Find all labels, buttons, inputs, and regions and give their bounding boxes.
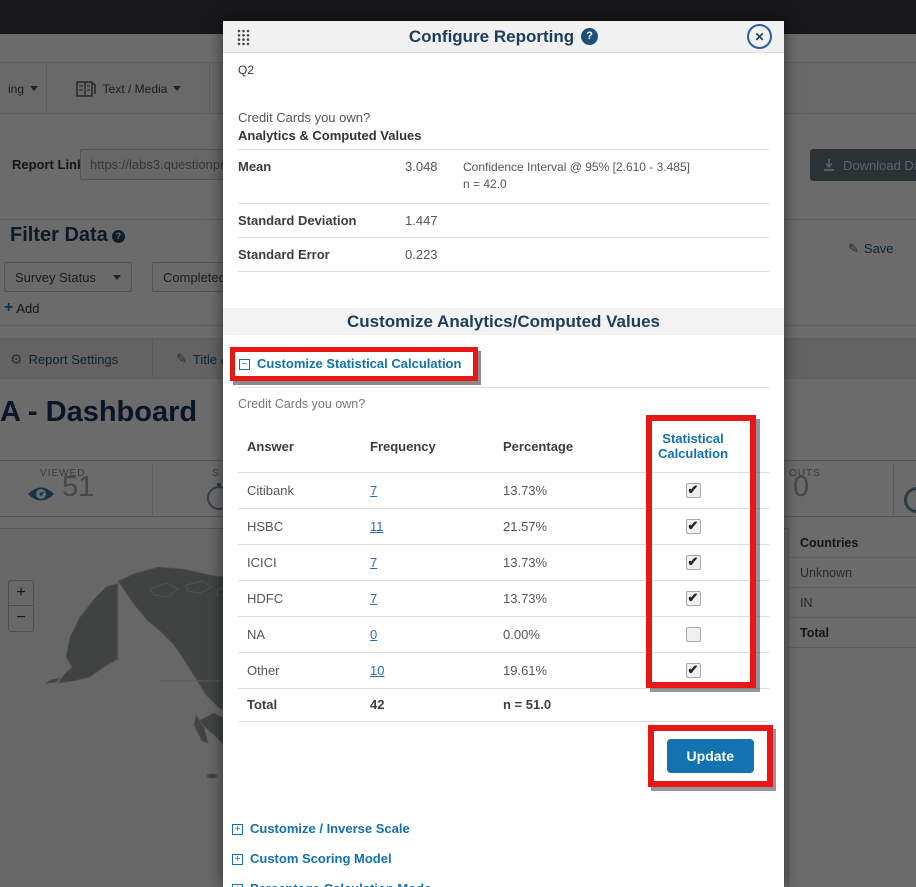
answer-cell: NA (247, 627, 370, 642)
answer-cell: Citibank (247, 483, 370, 498)
table-row: ICICI 7 13.73% ✔ (238, 544, 769, 580)
percentage-cell: 13.73% (503, 555, 623, 570)
expand-icon[interactable]: + (232, 824, 243, 835)
customize-band-title: Customize Analytics/Computed Values (223, 308, 784, 335)
answer-cell: HDFC (247, 591, 370, 606)
frequency-link[interactable]: 10 (370, 663, 503, 678)
frequency-link[interactable]: 0 (370, 627, 503, 642)
table-row: Other 10 19.61% ✔ (238, 652, 769, 688)
expand-icon[interactable]: + (232, 854, 243, 865)
frequency-link[interactable]: 7 (370, 483, 503, 498)
checkbox[interactable]: ✔ (686, 663, 701, 678)
answer-cell: HSBC (247, 519, 370, 534)
header-percentage: Percentage (503, 439, 623, 454)
annotation-box-update: Update (648, 725, 773, 787)
checkbox[interactable]: ✔ (686, 555, 701, 570)
analytics-label: Standard Error (238, 247, 405, 262)
answer-cell: ICICI (247, 555, 370, 570)
table-row: HDFC 7 13.73% ✔ (238, 580, 769, 616)
update-button[interactable]: Update (667, 739, 754, 773)
frequency-link[interactable]: 7 (370, 555, 503, 570)
analytics-note: Confidence Interval @ 95% [2.610 - 3.485… (463, 159, 690, 194)
answer-cell: Other (247, 663, 370, 678)
table-header-row: Answer Frequency Percentage Statistical … (238, 425, 769, 472)
checkbox[interactable]: ✔ (686, 519, 701, 534)
total-frequency: 42 (370, 697, 503, 712)
total-label: Total (247, 697, 370, 712)
checkbox-cell: ✔ (686, 483, 701, 498)
checkbox[interactable]: ✔ (686, 591, 701, 606)
analytics-value: 0.223 (405, 247, 463, 262)
drag-handle-icon[interactable] (237, 29, 250, 46)
checkbox-cell: ✔ (686, 555, 701, 570)
section-percentage-calculation-mode: +Percentage Calculation Mode (232, 880, 769, 887)
percentage-cell: 19.61% (503, 663, 623, 678)
percentage-cell: 13.73% (503, 483, 623, 498)
modal-body: Q2 Credit Cards you own? Analytics & Com… (223, 63, 784, 887)
checkbox[interactable] (686, 627, 701, 642)
analytics-value: 1.447 (405, 213, 463, 228)
question-text-repeat: Credit Cards you own? (238, 397, 769, 411)
question-code: Q2 (238, 63, 769, 77)
table-row: Citibank 7 13.73% ✔ (238, 472, 769, 508)
analytics-value: 3.048 (405, 159, 463, 194)
modal-title: Configure Reporting (409, 27, 574, 47)
percentage-cell: 0.00% (503, 627, 623, 642)
statistical-calc-table: Answer Frequency Percentage Statistical … (238, 425, 769, 722)
analytics-row-stderr: Standard Error 0.223 (238, 238, 769, 272)
section-customize-inverse-scale: + Customize / Inverse Scale (232, 820, 769, 838)
analytics-label: Standard Deviation (238, 213, 405, 228)
checkbox-cell: ✔ (686, 663, 701, 678)
custom-scoring-model-link[interactable]: Custom Scoring Model (250, 851, 392, 866)
header-statistical-calculation: Statistical Calculation (643, 431, 743, 462)
update-area: Update (238, 722, 769, 786)
percentage-calculation-mode-link[interactable]: Percentage Calculation Mode (250, 881, 431, 887)
help-icon[interactable]: ? (581, 28, 598, 45)
close-icon[interactable]: ✕ (747, 24, 772, 49)
divider (238, 387, 769, 388)
frequency-link[interactable]: 7 (370, 591, 503, 606)
checkbox-cell (686, 627, 701, 642)
annotation-box-stat-calc-link: −Customize Statistical Calculation (230, 347, 478, 381)
configure-reporting-modal: Configure Reporting ? ✕ Q2 Credit Cards … (223, 21, 784, 887)
total-sample-size: n = 51.0 (503, 697, 623, 712)
modal-header: Configure Reporting ? ✕ (223, 21, 784, 53)
percentage-cell: 13.73% (503, 591, 623, 606)
collapse-icon[interactable]: − (239, 359, 250, 370)
question-text: Credit Cards you own? (238, 110, 769, 125)
analytics-heading: Analytics & Computed Values (238, 128, 769, 143)
sample-size: n = 42.0 (463, 177, 507, 191)
table-row: NA 0 0.00% (238, 616, 769, 652)
checkbox-cell: ✔ (686, 519, 701, 534)
frequency-link[interactable]: 11 (370, 519, 503, 534)
section-custom-scoring-model: + Custom Scoring Model (232, 850, 769, 868)
confidence-interval: Confidence Interval @ 95% [2.610 - 3.485… (463, 160, 690, 174)
analytics-row-stddev: Standard Deviation 1.447 (238, 204, 769, 238)
header-answer: Answer (247, 439, 370, 454)
checkbox[interactable]: ✔ (686, 483, 701, 498)
table-total-row: Total 42 n = 51.0 (238, 688, 769, 721)
analytics-table: Mean 3.048 Confidence Interval @ 95% [2.… (238, 149, 769, 272)
analytics-label: Mean (238, 159, 405, 194)
table-row: HSBC 11 21.57% ✔ (238, 508, 769, 544)
header-frequency: Frequency (370, 439, 503, 454)
customize-statistical-calculation-link[interactable]: Customize Statistical Calculation (257, 356, 461, 371)
checkbox-cell: ✔ (686, 591, 701, 606)
analytics-row-mean: Mean 3.048 Confidence Interval @ 95% [2.… (238, 150, 769, 204)
customize-inverse-scale-link[interactable]: Customize / Inverse Scale (250, 821, 410, 836)
percentage-cell: 21.57% (503, 519, 623, 534)
expandable-sections: + Customize / Inverse Scale + Custom Scori… (232, 820, 769, 887)
